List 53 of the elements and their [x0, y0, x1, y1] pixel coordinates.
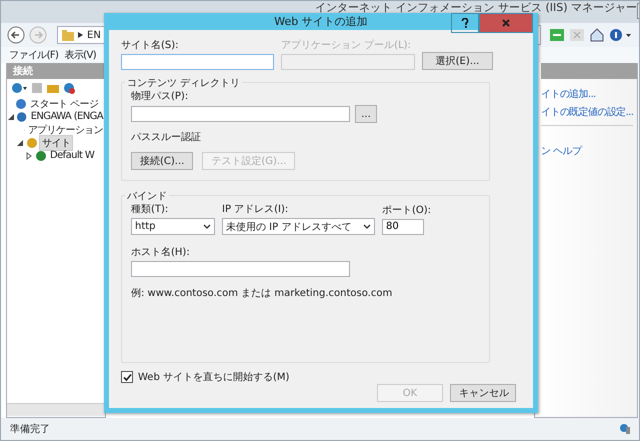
tree-item[interactable]: サイト — [39, 134, 74, 150]
type-dropdown[interactable]: http — [131, 218, 215, 235]
action-link[interactable]: イトの追加... — [541, 87, 596, 101]
checkbox-label: Web サイトを直ちに開始する(M) — [138, 370, 290, 384]
tree-item[interactable]: ENGAWA (ENGA — [28, 111, 105, 122]
chevron-icon — [203, 224, 211, 230]
expander-icon[interactable] — [7, 112, 16, 120]
help-link[interactable]: ン ヘルプ — [541, 144, 582, 158]
connect-icon[interactable] — [549, 28, 565, 42]
close-icon — [501, 18, 511, 28]
help-icon[interactable] — [609, 28, 633, 42]
hint-text: 例: www.contoso.com または marketing.contoso.com — [131, 287, 392, 300]
field-label: ホスト名(H): — [131, 246, 190, 259]
port-field[interactable]: 80 — [382, 218, 424, 234]
panel-title: 接続 — [13, 64, 33, 78]
group-title: コンテンツ ディレクトリ — [125, 76, 242, 90]
home-icon[interactable] — [589, 28, 605, 42]
site-name-field[interactable] — [121, 54, 274, 70]
section-label: パススルー認証 — [131, 130, 201, 144]
dialog-button[interactable]: キャンセル — [450, 384, 516, 402]
tree-item[interactable]: Default W — [48, 150, 96, 161]
expander-icon[interactable] — [25, 152, 34, 160]
back-icon[interactable] — [7, 26, 25, 44]
field-label: サイト名(S): — [121, 39, 180, 52]
tree-item[interactable]: アプリケーション — [26, 122, 105, 136]
field-label: ポート(O): — [382, 204, 432, 216]
connect-button[interactable]: 接続(C)... — [131, 152, 194, 170]
field-label: アプリケーション プール(L): — [281, 38, 412, 52]
field-label: 物理パス(P): — [131, 90, 188, 103]
window-title: インターネット インフォメーション サービス (IIS) マネージャー — [315, 1, 638, 15]
field-label: IP アドレス(I): — [222, 203, 290, 216]
browse-button[interactable]: ... — [355, 105, 377, 123]
host-name-field[interactable] — [131, 261, 350, 277]
action-link[interactable]: イトの既定値の設定... — [541, 105, 634, 119]
address-path: EN — [87, 30, 101, 40]
scrollbar[interactable] — [7, 403, 105, 416]
select-button[interactable]: 選択(E)... — [422, 52, 493, 70]
status-text: 準備完了 — [10, 422, 50, 436]
help-button[interactable] — [451, 13, 479, 33]
tree-item[interactable]: スタート ページ — [28, 96, 100, 110]
menu-item[interactable]: 表示(V) — [64, 48, 96, 62]
menu-item[interactable]: ファイル(F) — [9, 48, 58, 62]
chevron-icon — [363, 224, 371, 230]
ip-address-dropdown[interactable]: 未使用の IP アドレスすべて — [222, 218, 375, 235]
physical-path-field[interactable] — [131, 106, 350, 122]
checkbox[interactable] — [121, 371, 133, 383]
help-icon — [461, 18, 469, 28]
field-label: 種類(T): — [131, 202, 170, 216]
chevron-icon — [78, 32, 83, 38]
dialog-title: Web サイトの追加 — [274, 14, 368, 29]
expander-icon[interactable] — [16, 138, 25, 146]
close-button[interactable] — [479, 13, 533, 33]
group-title: バインド — [125, 189, 169, 203]
